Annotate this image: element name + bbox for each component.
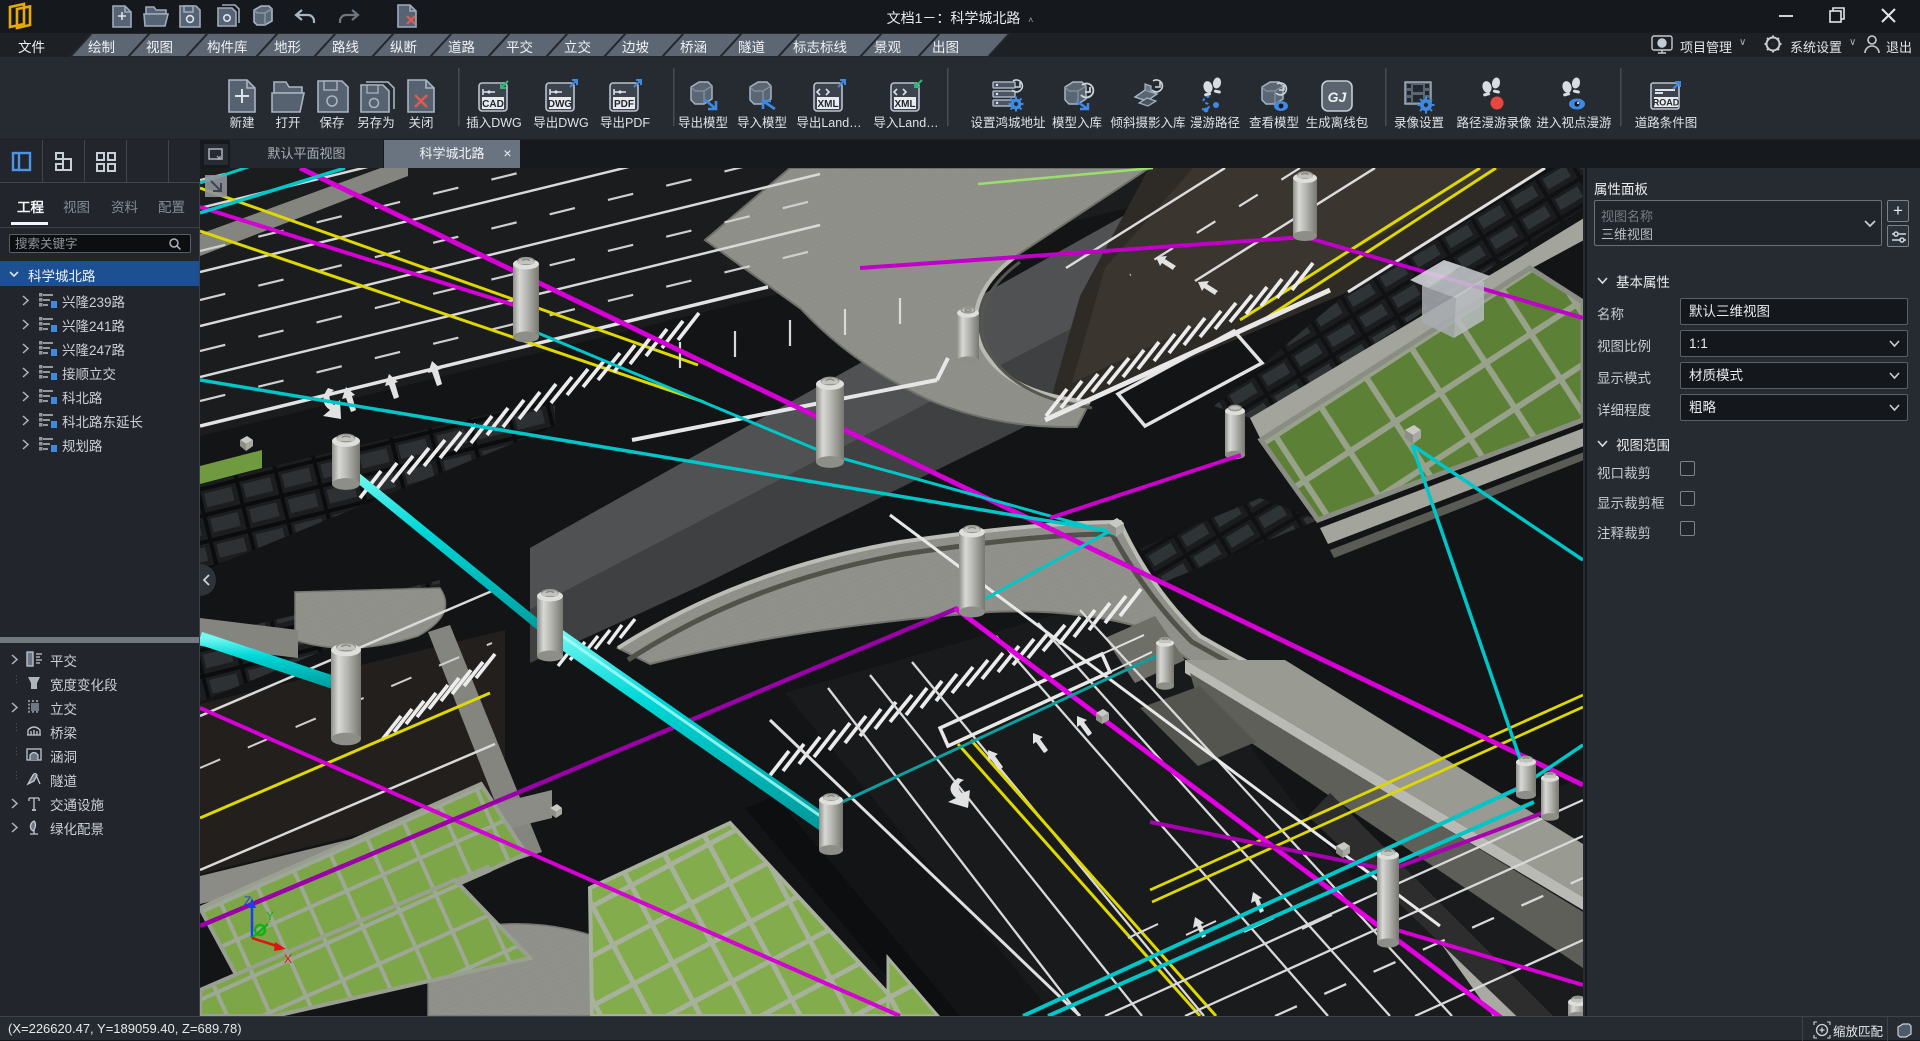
svg-text:Z: Z <box>244 894 251 908</box>
svg-text:X: X <box>284 952 292 966</box>
svg-text:Y: Y <box>266 909 274 923</box>
